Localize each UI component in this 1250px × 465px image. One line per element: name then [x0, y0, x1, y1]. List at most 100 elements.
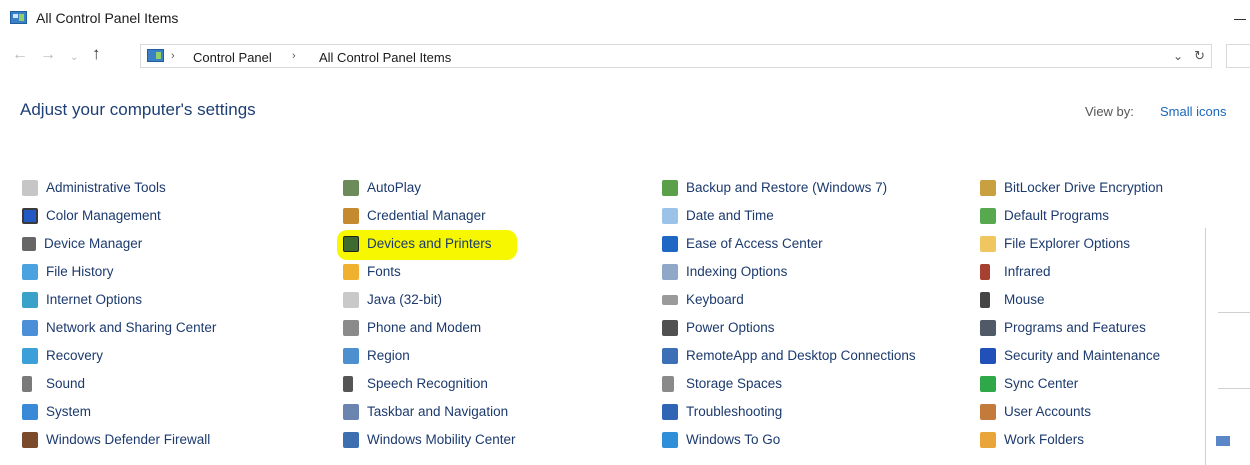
item-fonts[interactable]: Fonts: [343, 261, 401, 283]
item-troubleshooting[interactable]: Troubleshooting: [662, 401, 782, 423]
power-options-icon: [662, 320, 678, 336]
edge-divider: [1218, 312, 1250, 313]
programs-features-icon: [980, 320, 996, 336]
item-sync-center[interactable]: Sync Center: [980, 373, 1078, 395]
item-recovery[interactable]: Recovery: [22, 345, 103, 367]
back-arrow-icon[interactable]: ←: [12, 46, 28, 64]
item-device-manager[interactable]: Device Manager: [22, 233, 142, 255]
item-backup-and-restore[interactable]: Backup and Restore (Windows 7): [662, 177, 887, 199]
title-bar: All Control Panel Items: [0, 0, 1250, 34]
mouse-icon: [980, 292, 990, 308]
item-indexing-options[interactable]: Indexing Options: [662, 261, 787, 283]
refresh-icon[interactable]: ↻: [1194, 48, 1205, 64]
item-network-sharing-center[interactable]: Network and Sharing Center: [22, 317, 216, 339]
item-infrared[interactable]: Infrared: [980, 261, 1051, 283]
item-credential-manager[interactable]: Credential Manager: [343, 205, 486, 227]
troubleshooting-icon: [662, 404, 678, 420]
windows-to-go-icon: [662, 432, 678, 448]
view-by-label: View by:: [1085, 104, 1134, 119]
edge-divider: [1218, 388, 1250, 389]
phone-modem-icon: [343, 320, 359, 336]
item-user-accounts[interactable]: User Accounts: [980, 401, 1091, 423]
window-title: All Control Panel Items: [36, 10, 179, 26]
item-mouse[interactable]: Mouse: [980, 289, 1045, 311]
address-dropdown-icon[interactable]: ⌄: [1173, 49, 1183, 63]
recovery-icon: [22, 348, 38, 364]
taskbar-icon: [343, 404, 359, 420]
address-bar[interactable]: › Control Panel › All Control Panel Item…: [140, 44, 1212, 68]
region-icon: [343, 348, 359, 364]
security-maintenance-icon: [980, 348, 996, 364]
java-icon: [343, 292, 359, 308]
right-edge-panel: [1205, 228, 1250, 465]
item-date-and-time[interactable]: Date and Time: [662, 205, 774, 227]
navigation-bar: ← → ⌄ ↑ › Control Panel › All Control Pa…: [0, 40, 1250, 72]
breadcrumb-control-panel[interactable]: Control Panel: [193, 50, 272, 65]
item-system[interactable]: System: [22, 401, 91, 423]
color-management-icon: [22, 208, 38, 224]
item-windows-mobility-center[interactable]: Windows Mobility Center: [343, 429, 516, 451]
file-history-icon: [22, 264, 38, 280]
minimize-button[interactable]: [1220, 0, 1250, 34]
storage-spaces-icon: [662, 376, 674, 392]
infrared-icon: [980, 264, 990, 280]
item-ease-of-access-center[interactable]: Ease of Access Center: [662, 233, 823, 255]
network-icon: [22, 320, 38, 336]
remoteapp-icon: [662, 348, 678, 364]
address-control-panel-icon: [147, 49, 164, 62]
breadcrumb-separator-icon[interactable]: ›: [171, 50, 175, 62]
item-file-history[interactable]: File History: [22, 261, 114, 283]
ease-of-access-icon: [662, 236, 678, 252]
up-arrow-icon[interactable]: ↑: [92, 45, 101, 63]
device-manager-icon: [22, 237, 36, 251]
item-bitlocker[interactable]: BitLocker Drive Encryption: [980, 177, 1163, 199]
search-box[interactable]: [1226, 44, 1250, 68]
item-region[interactable]: Region: [343, 345, 410, 367]
firewall-icon: [22, 432, 38, 448]
credential-manager-icon: [343, 208, 359, 224]
item-color-management[interactable]: Color Management: [22, 205, 161, 227]
sync-center-icon: [980, 376, 996, 392]
work-folders-icon: [980, 432, 996, 448]
item-windows-defender-firewall[interactable]: Windows Defender Firewall: [22, 429, 210, 451]
item-internet-options[interactable]: Internet Options: [22, 289, 142, 311]
page-title: Adjust your computer's settings: [20, 100, 256, 119]
system-icon: [22, 404, 38, 420]
internet-options-icon: [22, 292, 38, 308]
breadcrumb-separator-icon[interactable]: ›: [292, 50, 296, 62]
item-windows-to-go[interactable]: Windows To Go: [662, 429, 780, 451]
item-phone-and-modem[interactable]: Phone and Modem: [343, 317, 481, 339]
edge-window-icon: [1216, 436, 1230, 446]
item-power-options[interactable]: Power Options: [662, 317, 775, 339]
item-storage-spaces[interactable]: Storage Spaces: [662, 373, 782, 395]
backup-restore-icon: [662, 180, 678, 196]
item-speech-recognition[interactable]: Speech Recognition: [343, 373, 488, 395]
item-security-and-maintenance[interactable]: Security and Maintenance: [980, 345, 1160, 367]
item-programs-and-features[interactable]: Programs and Features: [980, 317, 1146, 339]
breadcrumb-all-items[interactable]: All Control Panel Items: [319, 50, 451, 65]
date-time-icon: [662, 208, 678, 224]
item-sound[interactable]: Sound: [22, 373, 85, 395]
user-accounts-icon: [980, 404, 996, 420]
fonts-icon: [343, 264, 359, 280]
recent-locations-chevron-icon[interactable]: ⌄: [70, 49, 78, 67]
file-explorer-options-icon: [980, 236, 996, 252]
control-panel-icon: [10, 11, 27, 24]
devices-printers-icon: [343, 236, 359, 252]
item-remoteapp-desktop-connections[interactable]: RemoteApp and Desktop Connections: [662, 345, 916, 367]
item-autoplay[interactable]: AutoPlay: [343, 177, 421, 199]
keyboard-icon: [662, 295, 678, 305]
item-java[interactable]: Java (32-bit): [343, 289, 442, 311]
item-administrative-tools[interactable]: Administrative Tools: [22, 177, 166, 199]
sound-icon: [22, 376, 32, 392]
item-default-programs[interactable]: Default Programs: [980, 205, 1109, 227]
item-file-explorer-options[interactable]: File Explorer Options: [980, 233, 1130, 255]
item-keyboard[interactable]: Keyboard: [662, 289, 744, 311]
item-work-folders[interactable]: Work Folders: [980, 429, 1084, 451]
view-by-dropdown[interactable]: Small icons: [1160, 104, 1226, 119]
item-taskbar-and-navigation[interactable]: Taskbar and Navigation: [343, 401, 508, 423]
speech-recognition-icon: [343, 376, 353, 392]
mobility-center-icon: [343, 432, 359, 448]
forward-arrow-icon[interactable]: →: [40, 46, 56, 64]
item-devices-and-printers[interactable]: Devices and Printers: [343, 233, 492, 255]
